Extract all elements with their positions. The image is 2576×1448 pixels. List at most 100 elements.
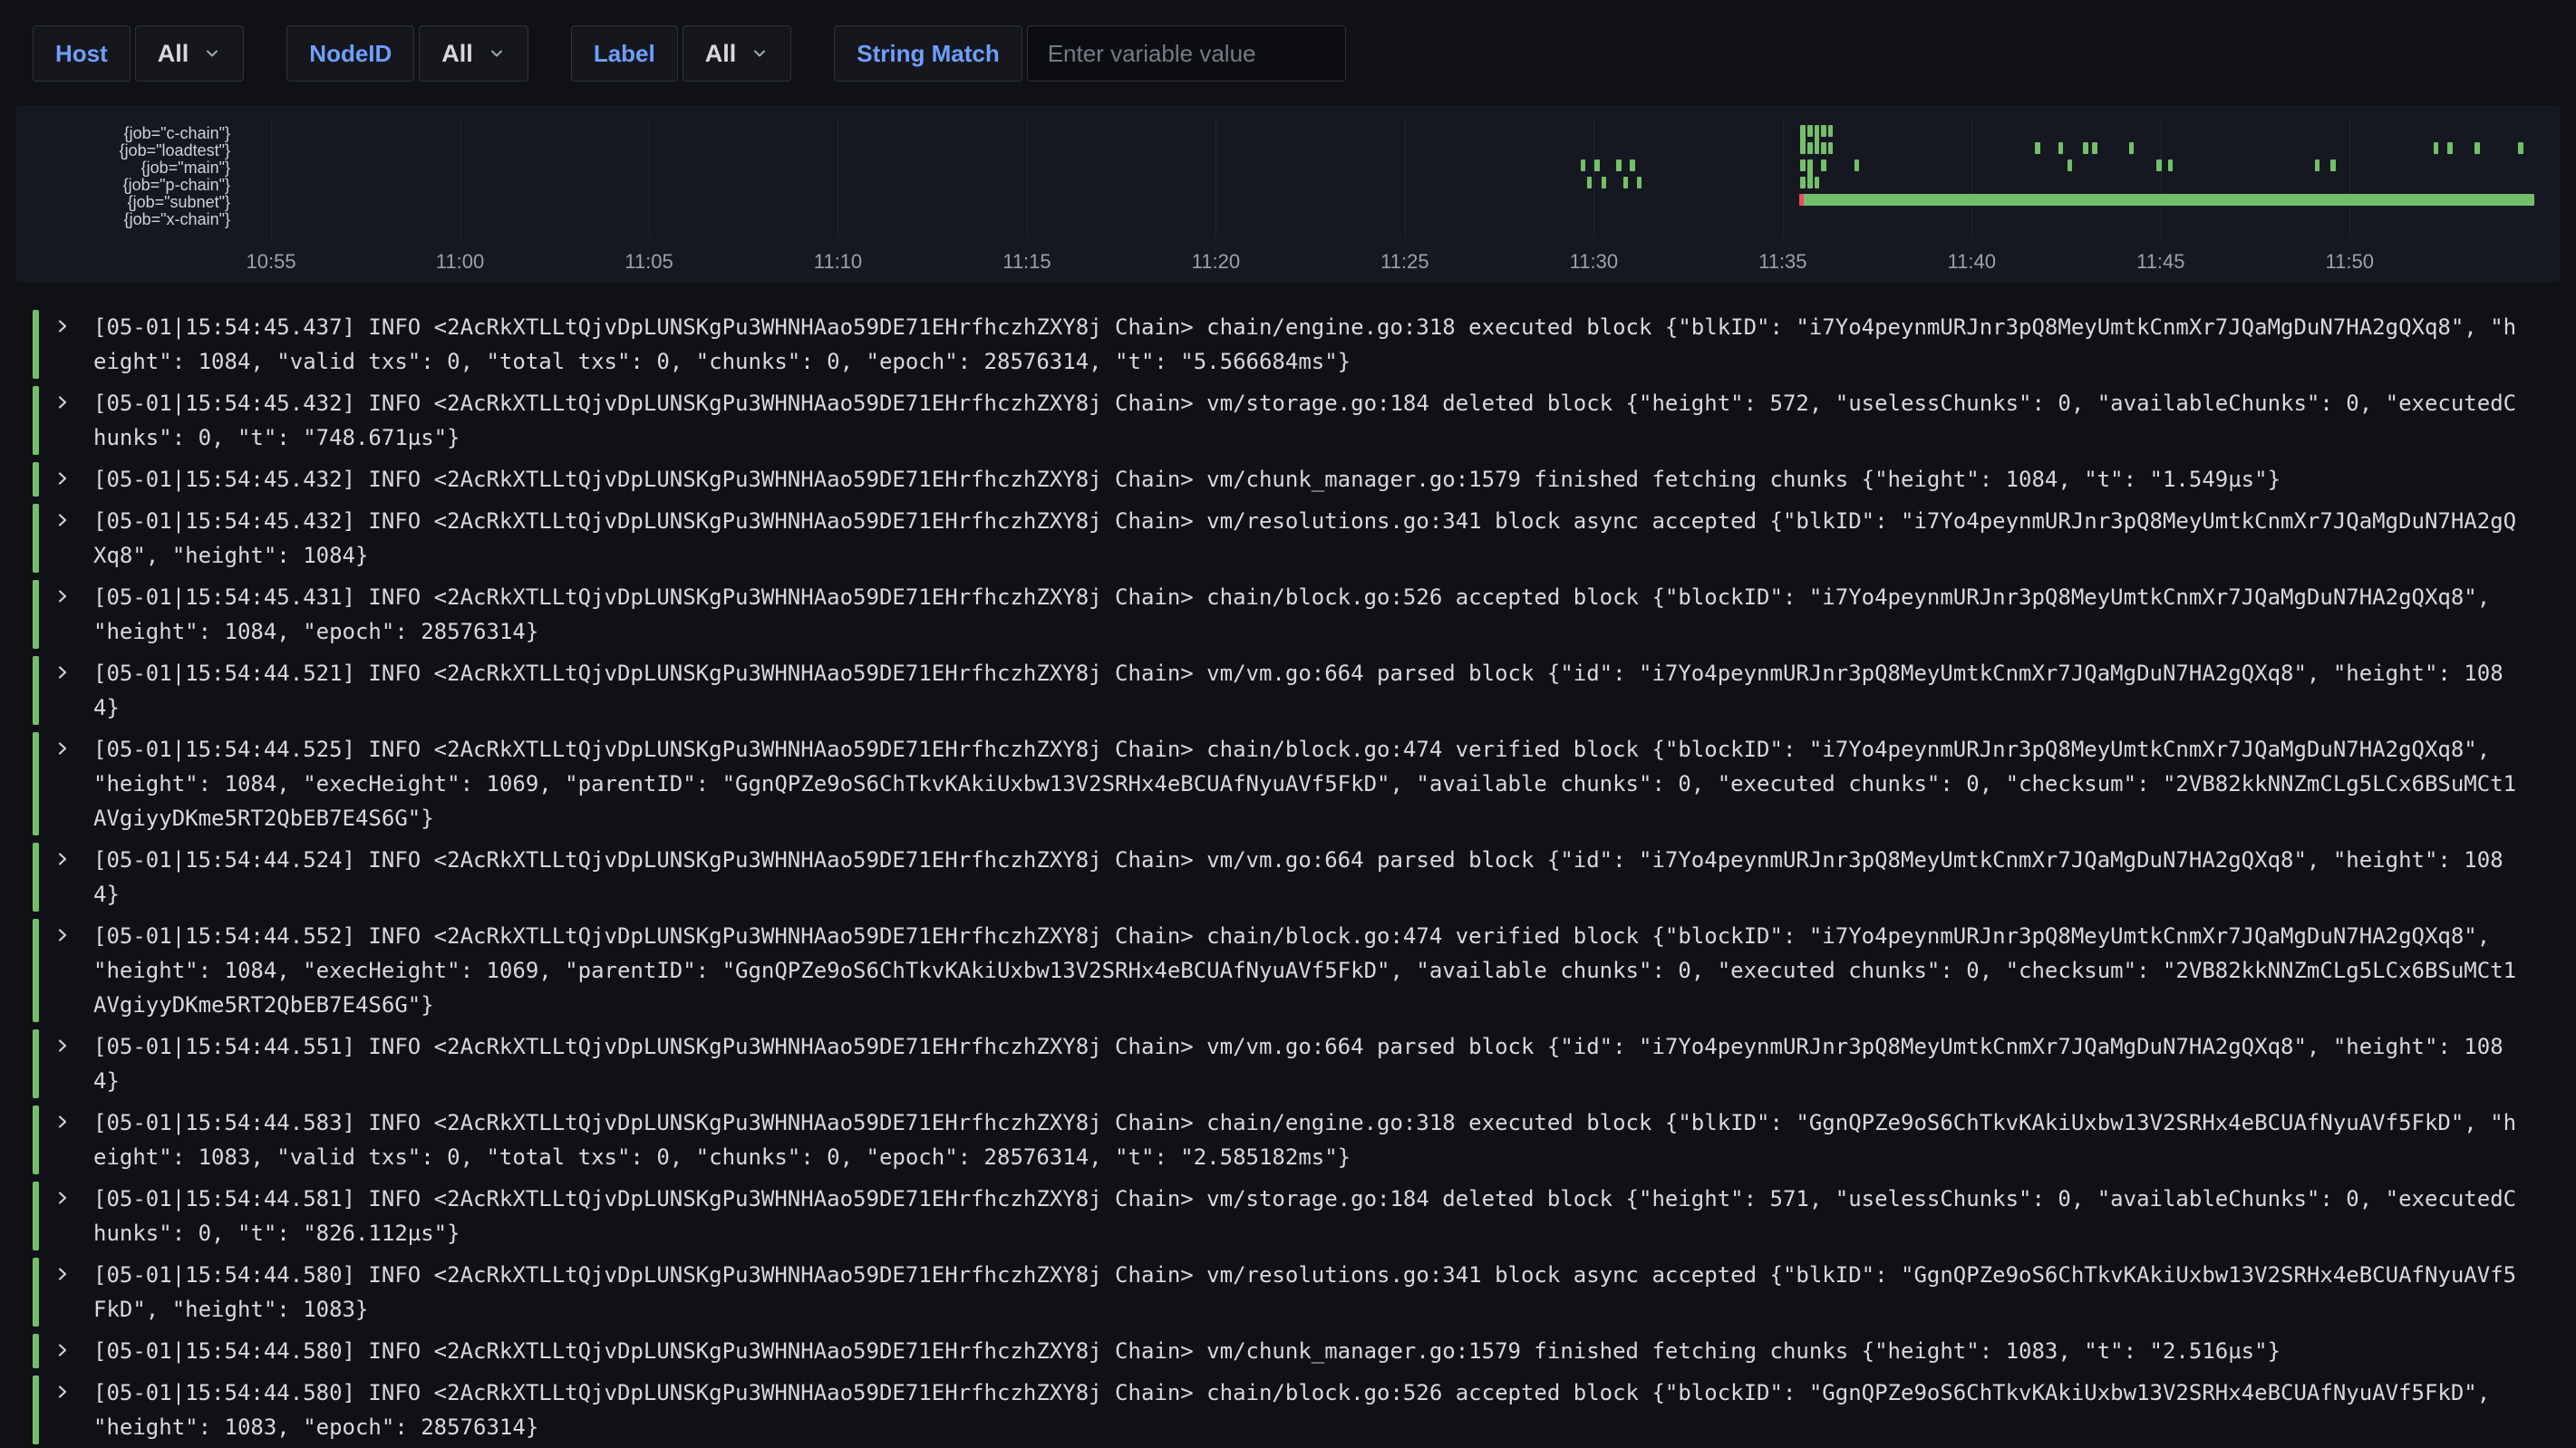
log-row: [05-01|15:54:44.524] INFO <2AcRkXTLLtQjv… <box>33 839 2549 915</box>
variable-nodeid-value: All <box>441 40 473 68</box>
timeline-gridline <box>271 118 272 237</box>
expand-chevron-icon[interactable] <box>53 1376 93 1444</box>
timeline-mark <box>1828 142 1834 154</box>
log-level-bar <box>33 1258 39 1327</box>
timeline-axis-tick: 11:20 <box>1192 250 1240 274</box>
expand-chevron-icon[interactable] <box>53 1182 93 1250</box>
chevron-down-icon <box>488 44 506 63</box>
timeline-mark <box>1807 159 1813 188</box>
timeline-axis-tick: 11:25 <box>1380 250 1428 274</box>
timeline-axis-tick: 11:50 <box>2326 250 2374 274</box>
timeline-mark <box>1602 177 1607 188</box>
timeline-gridline <box>649 118 650 237</box>
timeline-mark <box>2168 159 2174 171</box>
variable-labelfilter-dropdown[interactable]: All <box>683 25 792 82</box>
string-match-label: String Match <box>834 25 1022 82</box>
timeline-mark <box>1815 177 1820 188</box>
log-text: [05-01|15:54:44.552] INFO <2AcRkXTLLtQjv… <box>93 919 2549 1022</box>
timeline-gridline <box>2349 118 2350 237</box>
variable-labelfilter-label-text: Label <box>594 40 655 68</box>
log-row: [05-01|15:54:45.432] INFO <2AcRkXTLLtQjv… <box>33 382 2549 459</box>
expand-chevron-icon[interactable] <box>53 504 93 573</box>
log-row: [05-01|15:54:44.552] INFO <2AcRkXTLLtQjv… <box>33 915 2549 1026</box>
log-level-bar <box>33 1029 39 1098</box>
expand-chevron-icon[interactable] <box>53 1029 93 1098</box>
expand-chevron-icon[interactable] <box>53 1258 93 1327</box>
chevron-down-icon <box>751 44 769 63</box>
timeline-gridline <box>1215 118 1216 237</box>
variable-host-label-text: Host <box>55 40 108 68</box>
expand-chevron-icon[interactable] <box>53 732 93 835</box>
timeline-mark <box>1623 177 1629 188</box>
timeline-mark <box>1594 159 1600 171</box>
string-match-input[interactable] <box>1027 25 1346 82</box>
variable-labelfilter-value: All <box>705 40 737 68</box>
expand-chevron-icon[interactable] <box>53 843 93 912</box>
log-row: [05-01|15:54:45.437] INFO <2AcRkXTLLtQjv… <box>33 306 2549 382</box>
timeline-mark <box>1855 159 1860 171</box>
timeline-mark <box>1637 177 1642 188</box>
variable-host-value: All <box>158 40 189 68</box>
log-text: [05-01|15:54:45.437] INFO <2AcRkXTLLtQjv… <box>93 310 2549 379</box>
timeline-axis-tick: 11:05 <box>625 250 673 274</box>
log-level-bar <box>33 310 39 379</box>
log-text: [05-01|15:54:44.580] INFO <2AcRkXTLLtQjv… <box>93 1376 2549 1444</box>
variable-host: Host All <box>33 25 244 82</box>
log-level-bar <box>33 843 39 912</box>
log-text: [05-01|15:54:44.581] INFO <2AcRkXTLLtQjv… <box>93 1182 2549 1250</box>
timeline-mark <box>2068 159 2073 171</box>
variable-labelfilter-label: Label <box>571 25 678 82</box>
variable-labelfilter: Label All <box>571 25 791 82</box>
timeline-series-label: {job="x-chain"} <box>16 211 245 228</box>
timeline-gridline <box>2161 118 2162 237</box>
log-row: [05-01|15:54:45.432] INFO <2AcRkXTLLtQjv… <box>33 459 2549 500</box>
expand-chevron-icon[interactable] <box>53 462 93 497</box>
expand-chevron-icon[interactable] <box>53 310 93 379</box>
timeline-mark <box>2518 142 2523 154</box>
expand-chevron-icon[interactable] <box>53 386 93 455</box>
variable-host-dropdown[interactable]: All <box>135 25 245 82</box>
expand-chevron-icon[interactable] <box>53 1105 93 1174</box>
timeline-axis-tick: 11:30 <box>1570 250 1618 274</box>
timeline-series-labels: {job="c-chain"}{job="loadtest"}{job="mai… <box>16 125 245 228</box>
timeline-mark <box>1807 125 1813 137</box>
chevron-down-icon <box>203 44 221 63</box>
timeline-mark <box>1821 125 1826 137</box>
log-text: [05-01|15:54:44.580] INFO <2AcRkXTLLtQjv… <box>93 1258 2549 1327</box>
log-level-bar <box>33 580 39 649</box>
timeline-mark <box>2035 142 2040 154</box>
timeline-mark <box>2434 142 2439 154</box>
timeline-axis: 10:5511:0011:0511:1011:1511:2011:2511:30… <box>245 246 2534 277</box>
timeline-gridline <box>1027 118 1028 237</box>
log-text: [05-01|15:54:44.525] INFO <2AcRkXTLLtQjv… <box>93 732 2549 835</box>
timeline-plot[interactable] <box>245 118 2534 237</box>
timeline-series-label: {job="c-chain"} <box>16 125 245 142</box>
timeline-mark <box>1815 125 1820 154</box>
log-level-bar <box>33 1376 39 1444</box>
variable-string-match: String Match <box>834 25 1345 82</box>
string-match-label-text: String Match <box>857 40 999 68</box>
log-row: [05-01|15:54:44.580] INFO <2AcRkXTLLtQjv… <box>33 1254 2549 1330</box>
log-row: [05-01|15:54:45.432] INFO <2AcRkXTLLtQjv… <box>33 500 2549 576</box>
log-level-bar <box>33 656 39 725</box>
expand-chevron-icon[interactable] <box>53 656 93 725</box>
log-row: [05-01|15:54:45.431] INFO <2AcRkXTLLtQjv… <box>33 576 2549 652</box>
log-text: [05-01|15:54:45.432] INFO <2AcRkXTLLtQjv… <box>93 504 2549 573</box>
timeline-axis-tick: 11:45 <box>2136 250 2184 274</box>
timeline-axis-tick: 11:00 <box>436 250 484 274</box>
log-text: [05-01|15:54:45.432] INFO <2AcRkXTLLtQjv… <box>93 386 2549 455</box>
timeline-mark <box>1807 142 1813 154</box>
timeline-mark <box>2083 142 2088 154</box>
timeline-gridline <box>1405 118 1406 237</box>
log-level-bar <box>33 919 39 1022</box>
log-list: [05-01|15:54:45.437] INFO <2AcRkXTLLtQjv… <box>33 306 2549 1448</box>
timeline-mark <box>1616 159 1622 171</box>
timeline-mark <box>1581 159 1586 171</box>
log-row: [05-01|15:54:44.580] INFO <2AcRkXTLLtQjv… <box>33 1330 2549 1372</box>
expand-chevron-icon[interactable] <box>53 580 93 649</box>
expand-chevron-icon[interactable] <box>53 919 93 1022</box>
log-level-bar <box>33 462 39 497</box>
expand-chevron-icon[interactable] <box>53 1334 93 1368</box>
log-level-bar <box>33 1105 39 1174</box>
variable-nodeid-dropdown[interactable]: All <box>419 25 528 82</box>
